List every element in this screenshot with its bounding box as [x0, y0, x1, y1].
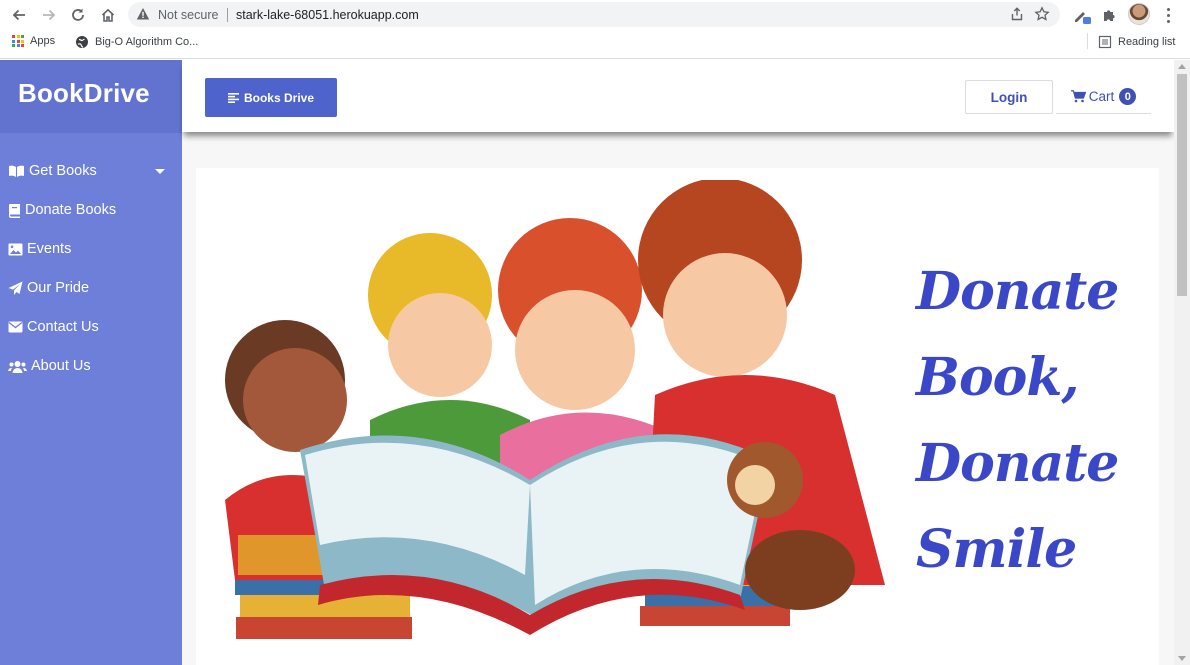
omnibox-divider	[227, 8, 228, 22]
sidebar: BookDrive Get Books Donate Books Events …	[0, 60, 182, 665]
sidebar-item-label: Get Books	[29, 163, 97, 179]
share-icon[interactable]	[1010, 7, 1024, 21]
back-button[interactable]	[8, 4, 30, 26]
hero-card: Donate Book, Donate Smile	[196, 168, 1159, 665]
chrome-border	[0, 58, 1190, 59]
image-icon	[8, 243, 23, 255]
scroll-down-arrow-icon[interactable]	[1178, 656, 1186, 661]
book-open-icon	[9, 165, 24, 177]
browser-chrome: Not secure stark-lake-68051.herokuapp.co…	[0, 0, 1190, 60]
browser-toolbar: Not secure stark-lake-68051.herokuapp.co…	[0, 0, 1190, 30]
shopping-cart-icon	[1070, 90, 1086, 103]
reload-button[interactable]	[67, 4, 89, 26]
page: BookDrive Get Books Donate Books Events …	[0, 60, 1190, 665]
toggle-label: Books Drive	[243, 90, 315, 105]
sidebar-item-get-books[interactable]: Get Books	[8, 159, 97, 183]
sidebar-item-our-pride[interactable]: Our Pride	[8, 276, 89, 300]
forward-button[interactable]	[38, 4, 60, 26]
extension-pen-icon	[1075, 12, 1091, 24]
sidebar-item-label: Our Pride	[27, 280, 90, 296]
sidebar-item-events[interactable]: Events	[8, 237, 71, 261]
puzzle-icon	[1104, 10, 1115, 21]
donate-slogan: Donate Book, Donate Smile	[916, 249, 1146, 593]
users-icon	[8, 360, 27, 373]
bookmark-big-o[interactable]: Big-O Algorithm Co...	[75, 35, 198, 49]
bookmark-label: Big-O Algorithm Co...	[95, 36, 199, 48]
reading-list-label: Reading list	[1118, 36, 1176, 48]
cart-button[interactable]: Cart 0	[1056, 80, 1151, 114]
reading-list-icon	[1098, 35, 1112, 49]
globe-icon	[76, 36, 88, 48]
home-icon	[101, 8, 115, 22]
profile-avatar[interactable]	[1128, 3, 1150, 25]
scroll-thumb[interactable]	[1177, 74, 1187, 296]
warning-icon	[136, 8, 150, 20]
browser-menu-button[interactable]	[1162, 5, 1174, 25]
sidebar-item-donate-books[interactable]: Donate Books	[8, 198, 116, 222]
url-text[interactable]: stark-lake-68051.herokuapp.com	[236, 8, 419, 22]
bookmark-label: Apps	[30, 35, 56, 47]
brand-box: BookDrive	[0, 60, 182, 133]
login-button[interactable]: Login	[965, 80, 1053, 114]
brand-logo[interactable]: BookDrive	[18, 78, 150, 109]
paper-plane-icon	[8, 281, 23, 295]
book-icon	[9, 203, 20, 218]
align-left-icon	[227, 92, 239, 103]
reading-list-button[interactable]: Reading list	[1098, 35, 1175, 49]
sidebar-item-label: About Us	[31, 358, 91, 374]
arrow-right-icon	[43, 9, 56, 21]
address-bar[interactable]: Not secure stark-lake-68051.herokuapp.co…	[128, 2, 1060, 27]
cart-label: Cart	[1088, 89, 1115, 104]
sidebar-item-label: Events	[27, 241, 72, 257]
chevron-down-icon[interactable]	[155, 169, 165, 174]
children-reading-illustration	[225, 180, 885, 639]
bookmarks-bar: Apps Big-O Algorithm Co... Reading list	[0, 30, 1190, 56]
sidebar-item-label: Contact Us	[27, 319, 99, 335]
sidebar-item-about-us[interactable]: About Us	[8, 354, 91, 378]
cart-count-badge: 0	[1119, 88, 1137, 105]
top-navbar: Books Drive Login Cart 0	[182, 60, 1174, 132]
security-status[interactable]: Not secure	[158, 8, 218, 22]
sidebar-item-contact-us[interactable]: Contact Us	[8, 315, 99, 339]
page-scrollbar[interactable]	[1174, 60, 1190, 665]
envelope-icon	[8, 321, 23, 333]
apps-grid-icon	[12, 35, 24, 47]
slogan-line: Smile	[916, 519, 1077, 580]
sidebar-item-label: Donate Books	[25, 202, 117, 218]
extension-button[interactable]	[1071, 5, 1093, 25]
bookmark-star-icon[interactable]	[1034, 6, 1050, 22]
slogan-line: Donate	[916, 433, 1119, 494]
slogan-line: Donate	[916, 261, 1119, 322]
sidebar-toggle-button[interactable]: Books Drive	[205, 78, 337, 117]
slogan-line: Book,	[916, 347, 1079, 408]
bookmark-apps[interactable]: Apps	[12, 35, 55, 47]
arrow-left-icon	[12, 9, 25, 21]
bookmarks-divider	[1087, 33, 1088, 49]
scroll-up-arrow-icon[interactable]	[1178, 64, 1186, 69]
home-button[interactable]	[97, 4, 119, 26]
reload-icon	[72, 8, 84, 21]
extensions-menu-button[interactable]	[1098, 5, 1120, 25]
